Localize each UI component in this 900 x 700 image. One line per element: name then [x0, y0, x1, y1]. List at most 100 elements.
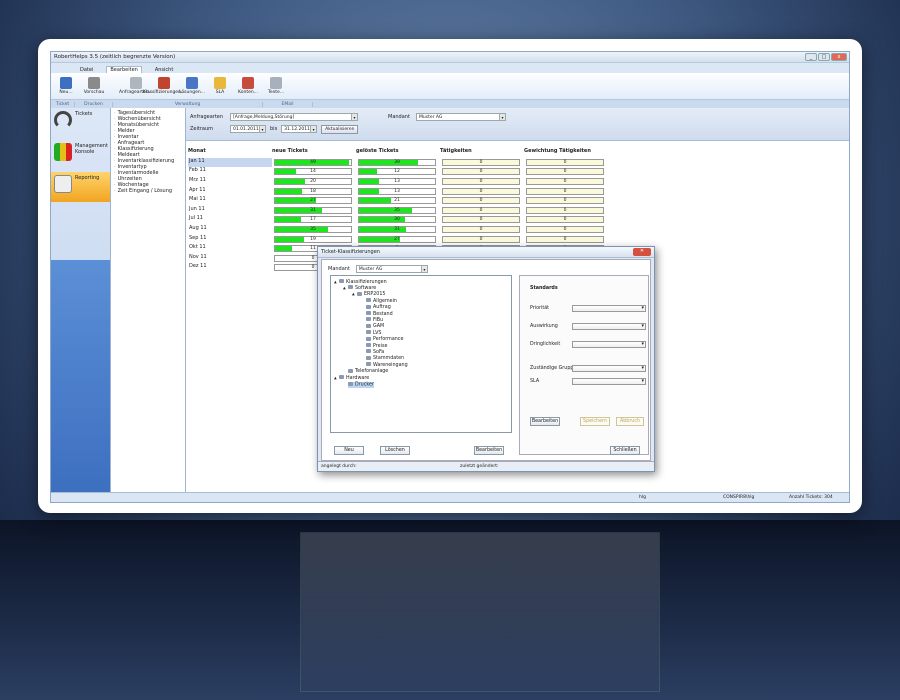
table-row[interactable]: Sep 11 19 27 0 0 [188, 234, 608, 244]
close-button[interactable]: x [831, 53, 847, 61]
ribbon-button-6[interactable]: Konten... [237, 77, 259, 95]
table-row[interactable]: Jun 11 31 35 0 0 [188, 206, 608, 216]
value-bar: 0 [442, 197, 520, 205]
value-bar: 0 [526, 158, 604, 166]
tree-node-label: Hardware [339, 376, 369, 381]
value-bar: 0 [526, 168, 604, 176]
dialog-mandant-select[interactable]: Muster AG ▾ [355, 265, 428, 273]
tree-node[interactable]: Drucker [334, 381, 508, 388]
nav-management-konsole[interactable]: Management Konsole [51, 140, 110, 170]
nav-reporting[interactable]: Reporting [51, 172, 110, 202]
tab-datei[interactable]: Datei [77, 67, 96, 73]
table-row[interactable]: Mrz 11 20 13 0 0 [188, 177, 608, 187]
refresh-button[interactable]: Aktualisieren [321, 124, 359, 134]
nav-background [51, 260, 110, 494]
column-header[interactable]: gelöste Tickets [356, 148, 440, 157]
ribbon-button-0[interactable]: Neu... [55, 77, 77, 95]
bar-value: 39 [394, 159, 400, 165]
month-cell: Sep 11 [189, 234, 207, 241]
date-to-input[interactable]: 31.12.2011 ▾ [281, 125, 318, 133]
value-bar: 0 [442, 158, 520, 166]
table-row[interactable]: Jan 11 49 39 0 0 [188, 157, 608, 168]
tree-node-label: Drucker [348, 381, 374, 388]
ribbon-button-5[interactable]: SLA [209, 77, 231, 95]
delete-button[interactable]: Löschen [380, 446, 410, 455]
panel-cancel-button[interactable]: Abbruch [616, 417, 644, 426]
tree-node-label: Klassifizierungen [339, 280, 387, 285]
nav-tickets[interactable]: Tickets [51, 108, 110, 138]
dialog-close-icon[interactable]: ✕ [633, 248, 651, 256]
menu-tabs: Datei Bearbeiten Ansicht [51, 63, 849, 73]
bar-value: 17 [310, 217, 316, 223]
field-prioritaet-label: Priorität [530, 306, 550, 311]
zeitraum-label: Zeitraum [190, 126, 214, 132]
ribbon-button-3[interactable]: Klassifizierungen... [143, 77, 185, 95]
prioritaet-select[interactable] [572, 305, 646, 312]
sla-select[interactable] [572, 378, 646, 385]
changed-label: zuletzt geändert: [460, 464, 499, 469]
calendar-dropdown-icon: ▾ [310, 126, 317, 132]
value-bar: 30 [358, 216, 436, 224]
left-navigation: Tickets Management Konsole Reporting [51, 108, 111, 494]
new-button[interactable]: Neu [334, 446, 364, 455]
bar-value: 0 [479, 179, 483, 185]
month-cell: Feb 11 [189, 167, 206, 174]
standards-panel: Standards Priorität Auswirkung Dringlich… [519, 275, 649, 455]
anfragearten-select[interactable]: [Anfrage,Meldung,Störung] ▾ [230, 113, 358, 121]
field-auswirkung-label: Auswirkung [530, 324, 558, 329]
bar-value: 30 [394, 217, 400, 223]
field-gruppe-label: Zuständige Gruppe [530, 366, 577, 371]
maximize-button[interactable]: □ [818, 53, 830, 61]
table-row[interactable]: Feb 11 14 12 0 0 [188, 167, 608, 177]
column-header[interactable]: Tätigkeiten [440, 148, 524, 157]
bar-value: 0 [563, 179, 567, 185]
column-header[interactable]: Monat [188, 148, 272, 157]
bar-value: 20 [310, 179, 316, 185]
value-bar: 0 [526, 178, 604, 186]
mandant-select[interactable]: Muster AG ▾ [416, 113, 506, 121]
group-drucken: Drucken [75, 101, 113, 107]
bar-value: 0 [563, 207, 567, 213]
close-dialog-button[interactable]: Schließen [610, 446, 640, 455]
panel-save-button[interactable]: Speichern [580, 417, 610, 426]
printer-icon [88, 77, 100, 89]
value-bar: 0 [526, 187, 604, 195]
value-bar: 0 [442, 235, 520, 243]
dringlichkeit-select[interactable] [572, 341, 646, 348]
ribbon-button-label: Texte... [267, 90, 285, 95]
ribbon-button-7[interactable]: Texte... [265, 77, 287, 95]
value-bar: 31 [274, 206, 352, 214]
report-item[interactable]: Zeit Eingang / Lösung [114, 188, 182, 194]
gruppe-select[interactable] [572, 365, 646, 372]
bar-value: 0 [479, 217, 483, 223]
minimize-button[interactable]: _ [805, 53, 817, 61]
tab-ansicht[interactable]: Ansicht [152, 67, 176, 73]
ribbon-button-1[interactable]: Vorschau [83, 77, 105, 95]
tree-edit-button[interactable]: Bearbeiten [474, 446, 504, 455]
ribbon-button-4[interactable]: Lösungen... [179, 77, 205, 95]
value-bar: 20 [274, 178, 352, 186]
column-header[interactable]: neue Tickets [272, 148, 356, 157]
value-bar: 49 [274, 158, 352, 166]
table-row[interactable]: Mai 11 27 21 0 0 [188, 196, 608, 206]
table-row[interactable]: Aug 11 35 31 0 0 [188, 225, 608, 235]
report-icon [54, 175, 72, 193]
classification-tree[interactable]: ▲ Klassifizierungen ▲ Software ▲ ERP2015 Allge… [330, 275, 512, 433]
tab-bearbeiten[interactable]: Bearbeiten [106, 66, 142, 73]
dialog-mandant-label: Mandant [328, 266, 350, 272]
value-bar: 0 [442, 216, 520, 224]
panel-edit-button[interactable]: Bearbeiten [530, 417, 560, 426]
bar-value: 0 [563, 159, 567, 165]
anfragearten-label: Anfragearten [190, 114, 224, 120]
table-row[interactable]: Jul 11 17 30 0 0 [188, 215, 608, 225]
value-bar: 0 [442, 178, 520, 186]
tree-node-label: SoFa [366, 350, 384, 355]
date-from-input[interactable]: 01.01.2011 ▾ [230, 125, 266, 133]
group-ticket: Ticket [51, 101, 75, 107]
date-from-value: 01.01.2011 [233, 127, 259, 132]
nav-reporting-label: Reporting [75, 175, 100, 181]
ribbon-button-label: SLA [215, 90, 225, 95]
table-row[interactable]: Apr 11 18 13 0 0 [188, 186, 608, 196]
auswirkung-select[interactable] [572, 323, 646, 330]
column-header[interactable]: Gewichtung Tätigkeiten [524, 148, 608, 157]
